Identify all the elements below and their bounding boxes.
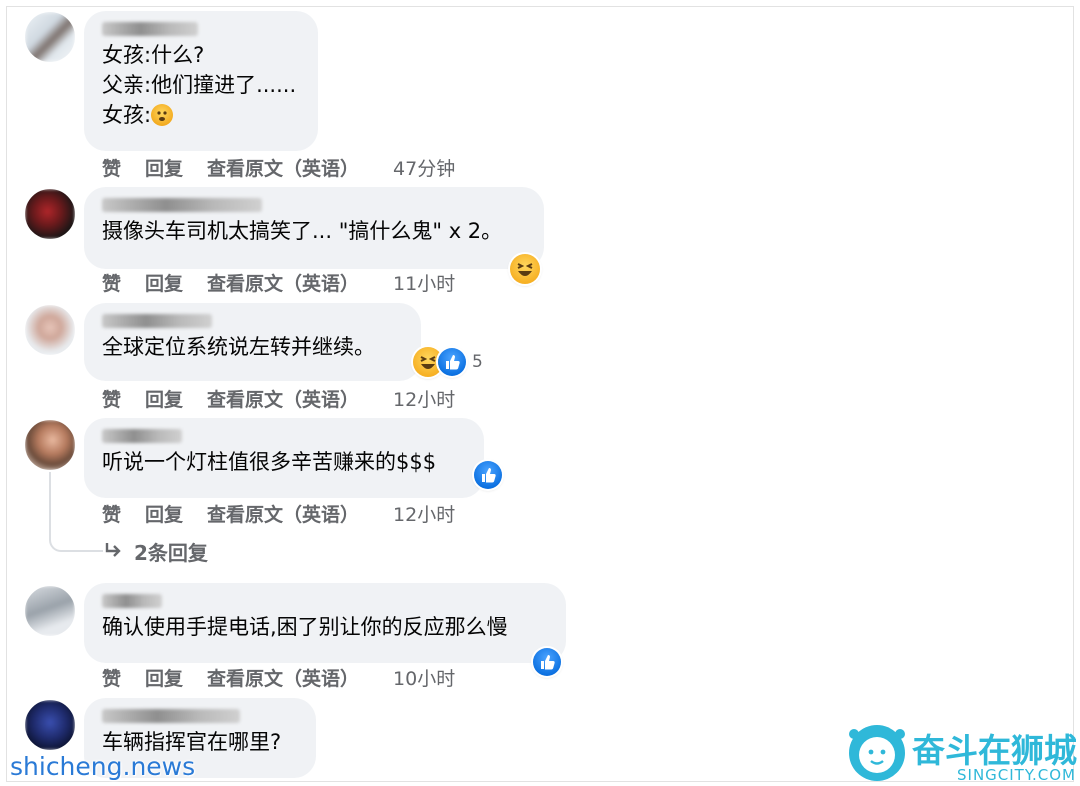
- comment-text: 听说一个灯柱值很多辛苦赚来的$$$: [102, 450, 437, 474]
- author-name[interactable]: [102, 594, 162, 608]
- logo-url: SINGCITY.COM: [957, 766, 1076, 784]
- comment-text: 女孩:: [102, 103, 152, 127]
- like-button[interactable]: 赞: [102, 500, 121, 527]
- comment-text: 摄像头车司机太搞笑了... "搞什么鬼" x 2。: [102, 219, 503, 243]
- like-icon[interactable]: [438, 348, 466, 376]
- reply-button[interactable]: 回复: [145, 154, 183, 181]
- logo-text: 奋斗在狮城: [912, 731, 1077, 770]
- timestamp[interactable]: 11小时: [393, 269, 455, 296]
- avatar[interactable]: [25, 586, 75, 636]
- comment-bubble: 全球定位系统说左转并继续。: [84, 303, 421, 381]
- author-name[interactable]: [102, 198, 262, 212]
- avatar[interactable]: [25, 700, 75, 750]
- comment-actions: 赞 回复 查看原文（英语） 12小时: [102, 384, 479, 412]
- like-button[interactable]: 赞: [102, 269, 121, 296]
- like-button[interactable]: 赞: [102, 154, 121, 181]
- comment-bubble: 确认使用手提电话,困了别让你的反应那么慢: [84, 583, 566, 663]
- avatar[interactable]: [25, 189, 75, 239]
- watermark-text: shicheng.news: [10, 752, 196, 781]
- comment-bubble: 摄像头车司机太搞笑了... "搞什么鬼" x 2。: [84, 187, 544, 269]
- like-icon[interactable]: [533, 648, 561, 676]
- reply-button[interactable]: 回复: [145, 269, 183, 296]
- replies-label[interactable]: 2条回复: [134, 537, 208, 566]
- singcity-logo: 奋斗在狮城 SINGCITY.COM: [842, 722, 1080, 786]
- comment-text: 确认使用手提电话,困了别让你的反应那么慢: [102, 615, 508, 639]
- like-button[interactable]: 赞: [102, 664, 121, 691]
- author-name[interactable]: [102, 22, 198, 36]
- timestamp[interactable]: 12小时: [393, 500, 455, 527]
- avatar[interactable]: [25, 420, 75, 470]
- worried-face-icon: [151, 104, 174, 126]
- avatar[interactable]: [25, 12, 75, 62]
- view-replies-button[interactable]: 2条回复: [104, 537, 208, 566]
- laugh-icon[interactable]: [510, 254, 540, 284]
- see-original-button[interactable]: 查看原文（英语）: [207, 269, 359, 296]
- reply-button[interactable]: 回复: [145, 664, 183, 691]
- avatar[interactable]: [25, 305, 75, 355]
- comment-text: 全球定位系统说左转并继续。: [102, 335, 375, 359]
- reply-arrow-icon: [104, 540, 124, 564]
- timestamp[interactable]: 47分钟: [393, 154, 455, 181]
- comment-actions: 赞 回复 查看原文（英语） 10小时: [102, 663, 479, 691]
- comment-bubble: 听说一个灯柱值很多辛苦赚来的$$$: [84, 418, 484, 498]
- comment-actions: 赞 回复 查看原文（英语） 11小时: [102, 268, 479, 296]
- comment-actions: 赞 回复 查看原文（英语） 47分钟: [102, 153, 479, 181]
- comment-actions: 赞 回复 查看原文（英语） 12小时: [102, 499, 479, 527]
- like-icon[interactable]: [474, 461, 502, 489]
- see-original-button[interactable]: 查看原文（英语）: [207, 500, 359, 527]
- see-original-button[interactable]: 查看原文（英语）: [207, 385, 359, 412]
- reply-button[interactable]: 回复: [145, 385, 183, 412]
- reaction-count[interactable]: 5: [472, 352, 483, 372]
- see-original-button[interactable]: 查看原文（英语）: [207, 154, 359, 181]
- comment-text: 父亲:他们撞进了......: [102, 73, 297, 97]
- timestamp[interactable]: 10小时: [393, 664, 455, 691]
- lion-icon: [849, 725, 905, 781]
- comment-text: 女孩:什么?: [102, 43, 205, 67]
- timestamp[interactable]: 12小时: [393, 385, 455, 412]
- comment-bubble: 女孩:什么? 父亲:他们撞进了...... 女孩:: [84, 11, 318, 151]
- author-name[interactable]: [102, 314, 212, 328]
- reply-button[interactable]: 回复: [145, 500, 183, 527]
- like-button[interactable]: 赞: [102, 385, 121, 412]
- author-name[interactable]: [102, 429, 182, 443]
- see-original-button[interactable]: 查看原文（英语）: [207, 664, 359, 691]
- author-name[interactable]: [102, 709, 240, 723]
